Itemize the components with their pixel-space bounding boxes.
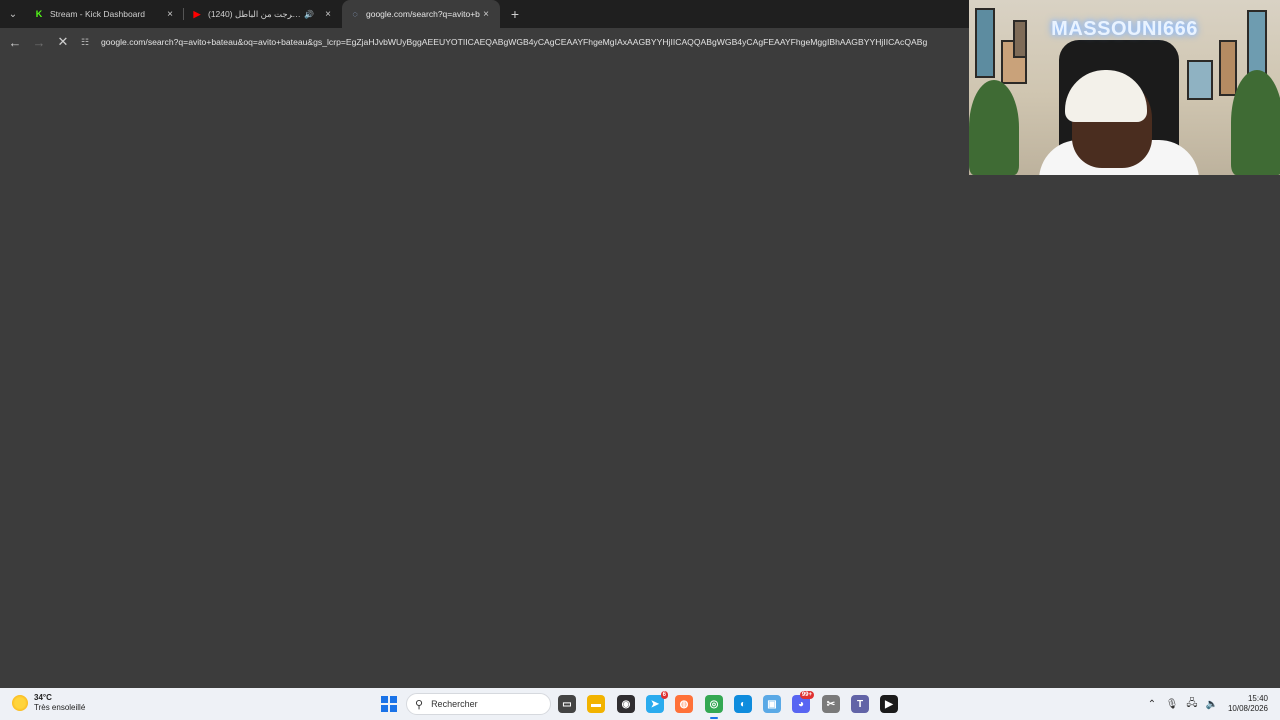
tab-kick-dashboard[interactable]: K Stream - Kick Dashboard ×: [26, 0, 184, 28]
tab-google-search[interactable]: ◌ google.com/search?q=avito+b ×: [342, 0, 500, 28]
firefox-icon[interactable]: ◍: [675, 695, 693, 713]
youtube-icon: ▶: [193, 8, 201, 19]
clock[interactable]: 15:40 10/08/2026: [1228, 694, 1268, 714]
clock-date: 10/08/2026: [1227, 704, 1268, 713]
tab-title: Stream - Kick Dashboard: [50, 9, 145, 19]
loading-spinner-icon: ◌: [352, 9, 358, 19]
obs-icon[interactable]: ◉: [617, 695, 635, 713]
search-icon: ⚲: [415, 698, 424, 711]
photos-icon[interactable]: ▣: [763, 695, 781, 713]
taskbar-search-box[interactable]: ⚲ Rechercher: [406, 693, 551, 715]
network-icon[interactable]: 🖧: [1182, 696, 1202, 713]
snipping-tool-icon[interactable]: ✂: [822, 695, 840, 713]
chevron-up-icon[interactable]: ⌃: [1142, 699, 1162, 710]
chrome-icon[interactable]: ◎: [705, 695, 723, 719]
search-placeholder: Rechercher: [431, 699, 478, 709]
close-icon[interactable]: ×: [322, 9, 334, 20]
teams-icon[interactable]: T: [851, 695, 869, 713]
close-icon[interactable]: ×: [480, 9, 492, 20]
wall-picture: [1187, 60, 1213, 100]
telegram-icon[interactable]: ➤ 6: [646, 691, 668, 713]
neon-sign: MASSOUNI666: [1051, 18, 1198, 40]
forward-button[interactable]: →: [27, 30, 51, 54]
system-tray: ⌃ 🎙 🖧 🔈 15:40 10/08/2026: [1142, 688, 1280, 720]
sun-icon: [12, 695, 28, 711]
speaker-icon[interactable]: 🔊: [304, 10, 314, 19]
weather-condition: Très ensoleillé: [34, 703, 86, 712]
tab-search-dropdown-icon[interactable]: ⌄: [0, 0, 26, 28]
tab-title: (1240) اليوم خرجت من الباطل: [208, 8, 304, 19]
site-info-icon[interactable]: ☷: [81, 37, 95, 48]
plant: [969, 80, 1019, 175]
active-indicator: [710, 717, 718, 719]
wall-picture: [1219, 40, 1237, 96]
back-button[interactable]: ←: [3, 30, 27, 54]
address-bar[interactable]: ☷ google.com/search?q=avito+bateau&oq=av…: [81, 30, 981, 54]
file-explorer-icon[interactable]: ▬: [587, 695, 605, 713]
terminal-icon[interactable]: ▶: [880, 695, 898, 713]
discord-icon[interactable]: ◕ 99+: [792, 691, 814, 713]
windows-start-icon[interactable]: [381, 696, 397, 712]
windows-taskbar: 34°C Très ensoleillé ⚲ Rechercher ▭ ▬ ◉ ➤ 6 ◍…: [0, 688, 1280, 720]
weather-temperature: 34°C: [34, 693, 52, 702]
notification-badge: 6: [660, 691, 668, 699]
volume-icon[interactable]: 🔈: [1202, 699, 1222, 710]
plant: [1231, 70, 1280, 175]
weather-widget[interactable]: 34°C Très ensoleillé: [12, 693, 85, 713]
close-icon[interactable]: ×: [164, 9, 176, 20]
microphone-icon[interactable]: 🎙: [1162, 699, 1182, 710]
kick-logo-icon: K: [35, 9, 43, 19]
edge-icon[interactable]: ◐: [734, 695, 752, 713]
clock-time: 15:40: [1247, 694, 1268, 703]
webcam-overlay: MASSOUNI666: [969, 0, 1280, 175]
task-view-icon[interactable]: ▭: [558, 695, 576, 713]
tab-youtube[interactable]: ▶ (1240) اليوم خرجت من الباطل 🔊 ×: [184, 0, 342, 28]
stop-loading-button[interactable]: ✕: [51, 30, 75, 54]
new-tab-button[interactable]: +: [504, 0, 526, 28]
weather-text: 34°C Très ensoleillé: [34, 693, 85, 713]
url-text[interactable]: google.com/search?q=avito+bateau&oq=avit…: [101, 37, 927, 47]
notification-badge: 99+: [799, 691, 814, 699]
tab-title: google.com/search?q=avito+b: [366, 9, 480, 19]
